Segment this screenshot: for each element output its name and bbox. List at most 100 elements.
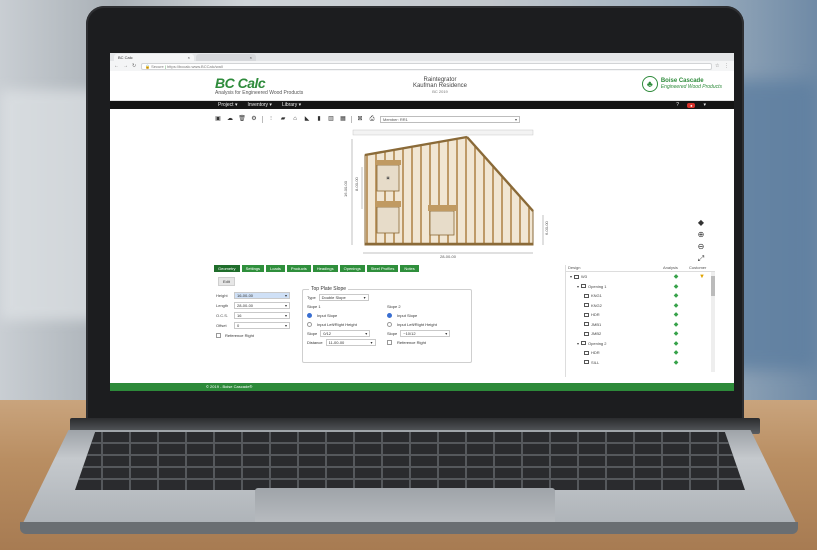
member-select[interactable]: Member: RR1 ▾ — [380, 116, 520, 123]
tree-row-label: JMB2 — [591, 331, 602, 337]
slope-1-select[interactable]: 0/12 ▾ — [320, 330, 371, 337]
tree-row[interactable]: HDR ◆ — [566, 348, 715, 358]
fit-screen-icon[interactable]: ⤢ — [696, 254, 706, 263]
input-height-label: Input Left/Right Height — [397, 322, 437, 327]
view-tools: ◆ ⊕ ⊖ ⤢ — [696, 218, 706, 263]
edit-button[interactable]: Edit — [218, 277, 235, 286]
tree-row[interactable]: JMB1 ◆ — [566, 320, 715, 330]
radio-icon[interactable] — [307, 322, 312, 327]
stair-icon[interactable]: ◣ — [303, 116, 311, 123]
reference-right-checkbox[interactable] — [387, 340, 392, 345]
length-input[interactable]: 28-00-00 ▾ — [234, 301, 290, 309]
input-slope-option[interactable]: Input Slope — [387, 311, 467, 320]
tree-row[interactable]: SILL ◆ — [566, 358, 715, 368]
expand-icon[interactable]: ▾ — [577, 341, 579, 346]
grid-icon[interactable]: ▦ — [339, 116, 347, 123]
beam-icon[interactable]: ⫶ — [267, 116, 275, 123]
measure-icon[interactable]: ⊠ — [356, 116, 364, 123]
gear-icon[interactable]: ⚙ — [250, 116, 258, 123]
tree-row-label: KNG1 — [591, 293, 602, 299]
forward-icon[interactable]: → — [123, 63, 129, 69]
browser-tab[interactable]: × — [196, 54, 256, 61]
reference-right-checkbox[interactable] — [216, 332, 221, 338]
offset-input[interactable]: 0 ▾ — [234, 321, 290, 329]
tree-row[interactable]: KNG1 ◆ — [566, 291, 715, 301]
distance-value: 11-00-00 — [328, 340, 345, 345]
tag-icon[interactable]: ◆ — [696, 218, 706, 227]
alert-badge[interactable]: ● — [687, 102, 696, 108]
print-icon[interactable]: ⎙ — [368, 116, 376, 123]
menu-project[interactable]: Project ▾ — [218, 102, 237, 108]
radio-icon[interactable] — [387, 313, 392, 318]
radio-icon[interactable] — [387, 322, 392, 327]
ocs-input[interactable]: 16 ▾ — [234, 311, 290, 319]
close-icon[interactable]: × — [188, 55, 190, 60]
opening-2[interactable] — [375, 201, 401, 234]
input-height-option[interactable]: Input Left/Right Height — [387, 320, 467, 329]
zoom-in-icon[interactable]: ⊕ — [696, 230, 706, 239]
cloud-icon[interactable]: ☁ — [226, 116, 234, 123]
save-icon[interactable]: ▣ — [214, 116, 222, 123]
security-label: Secure — [151, 63, 164, 69]
tree-row-label: Opening 1 — [588, 283, 607, 289]
menu-library[interactable]: Library ▾ — [282, 102, 301, 108]
analysis-pass-icon: ◆ — [673, 302, 679, 309]
expand-icon[interactable]: ▾ — [577, 284, 579, 289]
height-label: Height — [216, 292, 228, 298]
tree-row[interactable]: ▾ Opening 1 ◆ — [566, 282, 715, 292]
trash-icon[interactable]: 🗑 — [238, 116, 246, 123]
zoom-out-icon[interactable]: ⊖ — [696, 242, 706, 251]
opening-3[interactable] — [428, 205, 456, 236]
tab-openings[interactable]: Openings — [339, 265, 365, 272]
menu-inventory[interactable]: Inventory ▾ — [247, 102, 271, 108]
chevron-down-icon: ▾ — [284, 322, 287, 328]
distance-select[interactable]: 11-00-00 ▾ — [325, 339, 376, 346]
member-icon — [584, 331, 589, 336]
height-input[interactable]: 16-00-00 ▾ — [234, 291, 290, 299]
close-icon[interactable]: × — [250, 55, 252, 60]
floor-icon[interactable]: ▰ — [279, 116, 287, 123]
browser-tab[interactable]: BC Calc × — [114, 54, 194, 61]
address-bar[interactable]: 🔒 Secure | https://bccalc.www.BCCalc/wal… — [141, 62, 712, 70]
tab-geometry[interactable]: Geometry — [214, 265, 240, 272]
roof-icon[interactable]: ⌂ — [291, 116, 299, 123]
chevron-down-icon: ▾ — [445, 331, 448, 336]
chevron-down-icon: ▾ — [365, 331, 368, 336]
geometry-fields: Height 16-00-00 ▾ Length 28-00-00 ▾ O.C.S.… — [216, 290, 290, 340]
tree-scrollbar[interactable] — [711, 272, 715, 372]
user-icon[interactable]: ▾ — [703, 102, 706, 108]
member-icon — [574, 274, 580, 279]
tab-loads[interactable]: Loads — [266, 265, 285, 272]
tree-row[interactable]: HDR ◆ — [566, 310, 715, 320]
star-icon[interactable]: ☆ — [715, 63, 721, 69]
tree-row[interactable]: ▾ W3 ◆ ▼ — [566, 272, 715, 282]
help-icon[interactable]: ? — [676, 102, 679, 108]
radio-icon[interactable] — [307, 313, 312, 318]
tab-steel-profiles[interactable]: Steel Profiles — [366, 265, 399, 272]
type-select[interactable]: Double Slope ▾ — [318, 294, 369, 301]
tree-row[interactable]: ▾ Opening 2 ◆ — [566, 339, 715, 349]
expand-icon[interactable]: ▾ — [570, 274, 572, 279]
field-row: Height 16-00-00 ▾ — [216, 290, 290, 300]
menu-icon[interactable]: ⋮ — [724, 63, 730, 69]
column-icon[interactable]: ▮ — [315, 116, 323, 123]
opening-1[interactable]: ▣ — [375, 160, 401, 192]
reload-icon[interactable]: ↻ — [132, 63, 138, 69]
wall-framing-view[interactable]: ▣ 16-00-00 8-00-00 6-00-00 28-00-00 — [335, 127, 575, 259]
wall-icon[interactable]: ▥ — [327, 116, 335, 123]
tab-headings[interactable]: Headings — [312, 265, 338, 272]
input-slope-option[interactable]: Input Slope — [307, 311, 387, 320]
tree-row-name: JMB1 — [566, 322, 663, 327]
input-height-option[interactable]: Input Left/Right Height — [307, 320, 387, 329]
tab-products[interactable]: Products — [286, 265, 311, 272]
tree-row[interactable]: JMB2 ◆ — [566, 329, 715, 339]
reference-right-row[interactable]: Reference Right — [387, 338, 467, 347]
tree-row[interactable]: KNG2 ◆ — [566, 301, 715, 311]
tree-row-name: ▾ Opening 2 — [566, 341, 663, 346]
back-icon[interactable]: ← — [114, 63, 120, 69]
tab-settings[interactable]: Settings — [241, 265, 265, 272]
slope-2-select[interactable]: ~10/12 ▾ — [400, 330, 451, 337]
dim-right-label: 6-00-00 — [544, 220, 549, 235]
tab-notes[interactable]: Notes — [400, 265, 419, 272]
app-logo[interactable]: BC Calc Analysis for Engineered Wood Pro… — [215, 75, 303, 96]
